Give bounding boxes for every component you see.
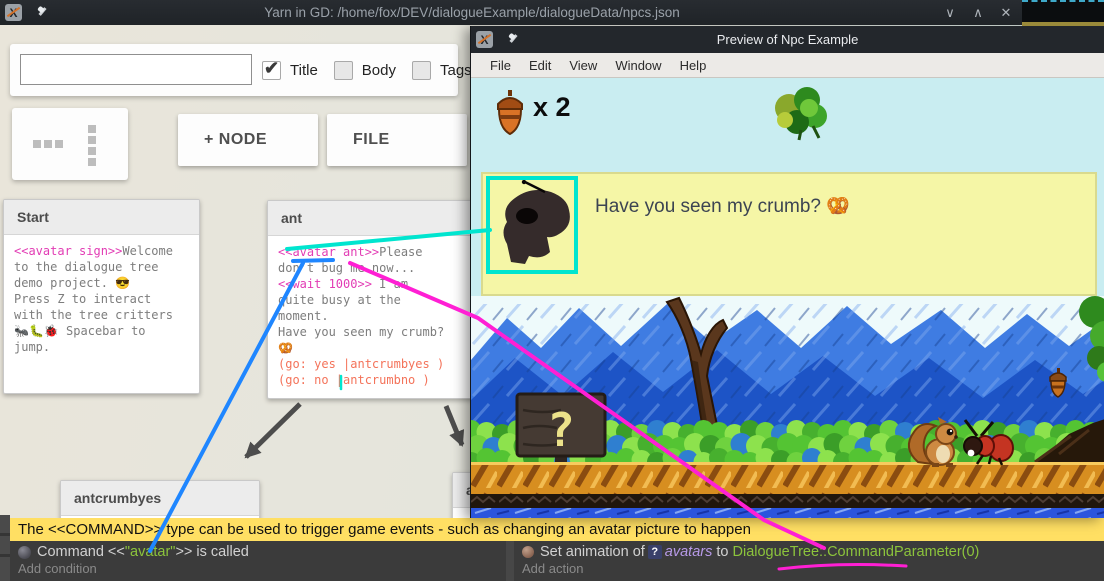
menu-window[interactable]: Window [606, 58, 670, 73]
close-button[interactable]: ✕ [996, 3, 1016, 23]
menu-file[interactable]: File [481, 58, 520, 73]
maximize-button[interactable]: ∧ [968, 3, 988, 23]
svg-text:?: ? [547, 403, 575, 457]
node-ant[interactable]: ant <<avatar ant>>Please don't bug me no… [267, 200, 478, 399]
ant-avatar [495, 180, 577, 268]
filter-body-label: Body [362, 62, 396, 79]
minimize-button[interactable]: ∨ [940, 3, 960, 23]
filter-title-checkbox[interactable]: ✔ [262, 61, 281, 80]
inspector-divider [506, 541, 514, 581]
list-view-icon[interactable] [33, 140, 63, 148]
node-start[interactable]: Start <<avatar sign>>Welcome to the dial… [3, 199, 200, 394]
acorn-count: x 2 [533, 92, 571, 123]
preview-menubar: File Edit View Window Help [471, 53, 1104, 78]
condition-text: Command <<"avatar">> is called [37, 544, 249, 560]
check-icon: ✔ [264, 58, 279, 79]
preview-title: Preview of Npc Example [471, 32, 1104, 47]
background-window-edge [1022, 0, 1104, 26]
search-input[interactable] [20, 54, 252, 85]
menu-help[interactable]: Help [671, 58, 716, 73]
view-toggle-card [12, 108, 128, 180]
preview-titlebar: X Preview of Npc Example [471, 26, 1104, 53]
node-start-body[interactable]: <<avatar sign>>Welcome to the dialogue t… [4, 235, 199, 363]
game-scene: ? [471, 296, 1104, 518]
node-ant-title[interactable]: ant [268, 201, 477, 236]
main-titlebar: X Yarn in GD: /home/fox/DEV/dialogueExam… [0, 0, 1104, 25]
dialog-text: Have you seen my crumb? 🥨 [595, 194, 850, 218]
filter-tags-label: Tags [440, 62, 472, 79]
filter-tags-checkbox[interactable] [412, 61, 431, 80]
search-bar: ✔ Title Body Tags [10, 44, 458, 96]
filter-body-checkbox[interactable] [334, 61, 353, 80]
inspector-bar: Command <<"avatar">> is called Add condi… [10, 541, 1104, 581]
action-text: Set animation of?avatars to DialogueTree… [540, 544, 979, 560]
signal-icon [18, 546, 31, 559]
preview-window: X Preview of Npc Example File Edit View … [470, 26, 1104, 518]
panel-edge [0, 515, 10, 581]
menu-edit[interactable]: Edit [520, 58, 560, 73]
dialog-box: Have you seen my crumb? 🥨 [481, 172, 1097, 296]
node-ant-body[interactable]: <<avatar ant>>Please don't bug me now...… [268, 236, 477, 396]
node-antcrumbyes-title[interactable]: antcrumbyes [61, 481, 259, 516]
ground [471, 462, 1104, 508]
animation-icon [522, 546, 534, 558]
action-row[interactable]: Set animation of?avatars to DialogueTree… [514, 541, 1104, 560]
add-action-button[interactable]: Add action [514, 560, 1104, 576]
menu-view[interactable]: View [560, 58, 606, 73]
add-node-button[interactable]: + NODE [178, 114, 318, 166]
grid-view-icon[interactable] [88, 125, 96, 166]
window-title: Yarn in GD: /home/fox/DEV/dialogueExampl… [0, 5, 944, 20]
hint-banner: The <<COMMAND>> type can be used to trig… [10, 518, 1104, 541]
water [471, 508, 1104, 518]
game-viewport[interactable]: x 2 Have you seen my crumb? 🥨 [471, 78, 1104, 518]
add-condition-button[interactable]: Add condition [10, 560, 506, 576]
bush-sprite [767, 82, 831, 144]
file-button[interactable]: FILE [327, 114, 467, 166]
acorn-hud-icon [495, 90, 525, 138]
condition-row[interactable]: Command <<"avatar">> is called [10, 541, 506, 560]
filter-title-label: Title [290, 62, 318, 79]
node-start-title[interactable]: Start [4, 200, 199, 235]
